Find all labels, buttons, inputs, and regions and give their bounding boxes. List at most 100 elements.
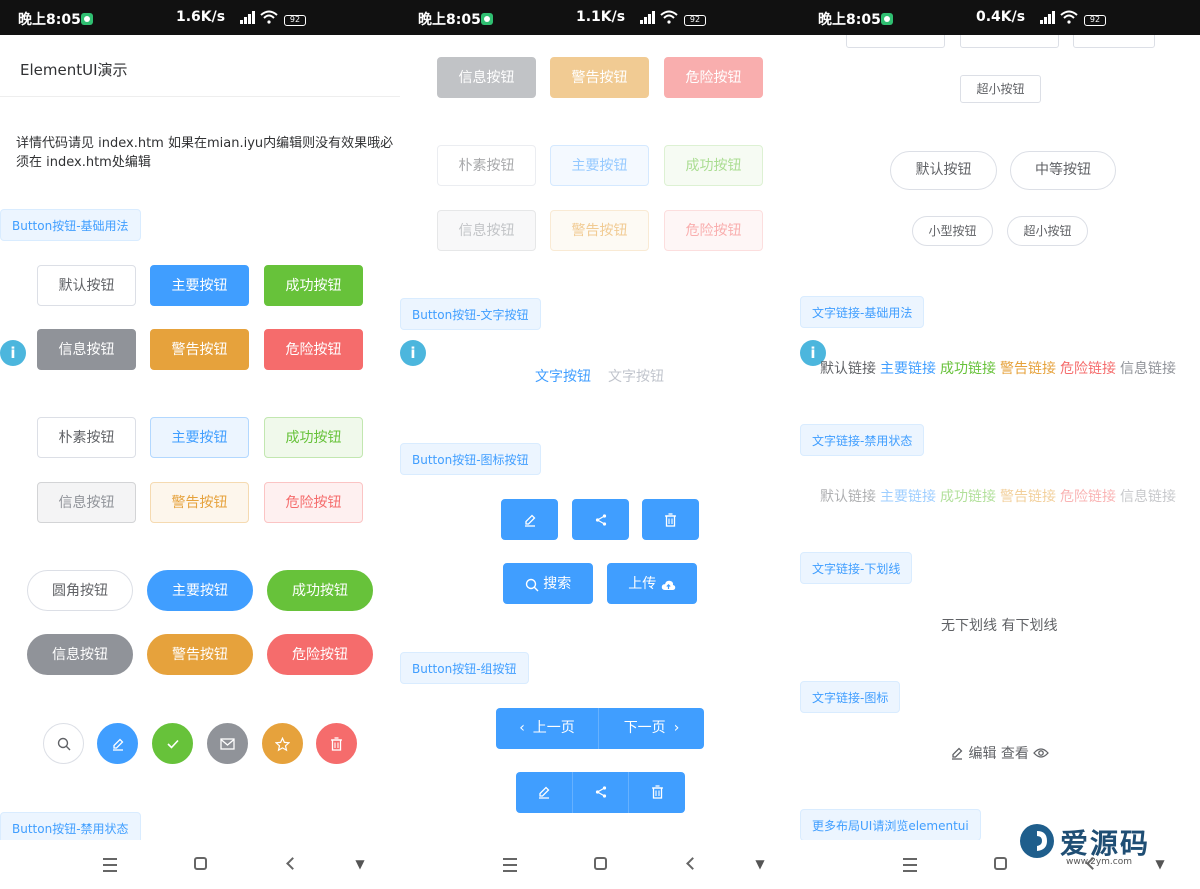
search-icon — [57, 737, 70, 751]
status-time: 晚上8:05 — [18, 12, 81, 28]
icon-edit-button[interactable] — [501, 499, 558, 540]
view-link[interactable]: 查看 — [1001, 746, 1029, 762]
link-warning-disabled[interactable]: 警告链接 — [1000, 489, 1056, 505]
home-nav-icon[interactable] — [990, 854, 1010, 874]
plain-primary-button[interactable]: 主要按钮 — [150, 417, 249, 458]
circle-delete-button[interactable] — [316, 723, 357, 764]
network-speed: 0.4K/s — [976, 9, 1026, 25]
circle-search-button[interactable] — [43, 723, 84, 764]
disabled-warning-button[interactable]: 警告按钮 — [550, 57, 649, 98]
default-button[interactable]: 默认按钮 — [37, 265, 136, 306]
signal-icon — [240, 10, 256, 24]
system-nav-bar: ▼ — [0, 840, 400, 889]
danger-button[interactable]: 危险按钮 — [264, 329, 363, 370]
icon-share-button[interactable] — [572, 499, 629, 540]
link-info-disabled[interactable]: 信息链接 — [1120, 489, 1176, 505]
plain-button[interactable]: 朴素按钮 — [37, 417, 136, 458]
menu-nav-icon[interactable] — [900, 854, 920, 874]
section-tag-more[interactable]: 更多布局UI请浏览elementui — [800, 809, 981, 841]
icon-delete-button[interactable] — [642, 499, 699, 540]
text-button[interactable]: 文字按钮 — [535, 366, 591, 386]
delete-icon — [331, 737, 342, 751]
link-row-disabled: 默认链接 主要链接 成功链接 警告链接 危险链接 信息链接 — [820, 486, 1180, 506]
group-delete-button[interactable] — [629, 772, 685, 813]
disabled-plain-info-button[interactable]: 信息按钮 — [437, 210, 536, 251]
warning-button[interactable]: 警告按钮 — [150, 329, 249, 370]
next-page-button[interactable]: 下一页 › — [599, 708, 704, 749]
plain-info-button[interactable]: 信息按钮 — [37, 482, 136, 523]
prev-page-button[interactable]: ‹ 上一页 — [496, 708, 599, 749]
plain-danger-button[interactable]: 危险按钮 — [264, 482, 363, 523]
round-success-button[interactable]: 成功按钮 — [267, 570, 373, 611]
edit-icon — [524, 514, 535, 527]
link-primary[interactable]: 主要链接 — [880, 361, 936, 377]
floating-info-icon[interactable]: i — [400, 340, 426, 366]
edit-link[interactable]: 编辑 — [968, 746, 996, 762]
upload-button[interactable]: 上传 — [607, 563, 697, 604]
back-nav-icon[interactable] — [682, 854, 702, 874]
search-button[interactable]: 搜索 — [503, 563, 593, 604]
app-header: ElementUI演示 — [0, 35, 400, 97]
star-icon — [275, 736, 290, 751]
disabled-plain-button[interactable]: 朴素按钮 — [437, 145, 536, 186]
link-info[interactable]: 信息链接 — [1120, 361, 1176, 377]
round-info-button[interactable]: 信息按钮 — [27, 634, 133, 675]
link-danger-disabled[interactable]: 危险链接 — [1060, 489, 1116, 505]
link-warning[interactable]: 警告链接 — [1000, 361, 1056, 377]
battery-icon: 92 — [284, 15, 306, 26]
wifi-icon — [1060, 10, 1078, 24]
disabled-danger-button[interactable]: 危险按钮 — [664, 57, 763, 98]
round-default-button[interactable]: 默认按钮 — [890, 151, 997, 190]
disabled-info-button[interactable]: 信息按钮 — [437, 57, 536, 98]
link-danger[interactable]: 危险链接 — [1060, 361, 1116, 377]
back-nav-icon[interactable] — [282, 854, 302, 874]
round-medium-button[interactable]: 中等按钮 — [1010, 151, 1116, 190]
system-nav-bar: ▼ — [400, 840, 800, 889]
link-default-disabled[interactable]: 默认链接 — [820, 489, 876, 505]
link-row: 默认链接 主要链接 成功链接 警告链接 危险链接 信息链接 — [820, 358, 1180, 378]
disabled-plain-warning-button[interactable]: 警告按钮 — [550, 210, 649, 251]
round-primary-button[interactable]: 主要按钮 — [147, 570, 253, 611]
mini-button[interactable]: 超小按钮 — [960, 75, 1041, 103]
section-tag-icon-button: Button按钮-图标按钮 — [400, 443, 541, 475]
link-success[interactable]: 成功链接 — [940, 361, 996, 377]
disabled-plain-primary-button[interactable]: 主要按钮 — [550, 145, 649, 186]
home-nav-icon[interactable] — [190, 854, 210, 874]
round-button[interactable]: 圆角按钮 — [27, 570, 133, 611]
circle-check-button[interactable] — [152, 723, 193, 764]
section-tag-link-icon: 文字链接-图标 — [800, 681, 901, 713]
upload-button-label: 上传 — [628, 576, 657, 592]
circle-message-button[interactable] — [207, 723, 248, 764]
round-danger-button[interactable]: 危险按钮 — [267, 634, 373, 675]
delete-icon — [665, 513, 676, 527]
plain-warning-button[interactable]: 警告按钮 — [150, 482, 249, 523]
icon-button-group — [516, 772, 685, 813]
link-success-disabled[interactable]: 成功链接 — [940, 489, 996, 505]
round-small-button[interactable]: 小型按钮 — [912, 216, 993, 246]
home-nav-icon[interactable] — [590, 854, 610, 874]
down-nav-icon[interactable]: ▼ — [750, 854, 770, 874]
screen-panel-1: 晚上8:05 1.6K/s 92 ElementUI演示 详情代码请见 inde… — [0, 0, 400, 889]
group-share-button[interactable] — [573, 772, 629, 813]
circle-edit-button[interactable] — [97, 723, 138, 764]
underline-links[interactable]: 无下划线 有下划线 — [941, 615, 1057, 635]
circle-star-button[interactable] — [262, 723, 303, 764]
wifi-icon — [660, 10, 678, 24]
down-nav-icon[interactable]: ▼ — [350, 854, 370, 874]
menu-nav-icon[interactable] — [500, 854, 520, 874]
link-primary-disabled[interactable]: 主要链接 — [880, 489, 936, 505]
info-button[interactable]: 信息按钮 — [37, 329, 136, 370]
group-edit-button[interactable] — [516, 772, 573, 813]
success-button[interactable]: 成功按钮 — [264, 265, 363, 306]
floating-info-icon[interactable]: i — [0, 340, 26, 366]
disabled-plain-success-button[interactable]: 成功按钮 — [664, 145, 763, 186]
status-bar: 晚上8:05 0.4K/s 92 — [800, 0, 1200, 35]
link-default[interactable]: 默认链接 — [820, 361, 876, 377]
plain-success-button[interactable]: 成功按钮 — [264, 417, 363, 458]
primary-button[interactable]: 主要按钮 — [150, 265, 249, 306]
disabled-plain-danger-button[interactable]: 危险按钮 — [664, 210, 763, 251]
menu-nav-icon[interactable] — [100, 854, 120, 874]
round-warning-button[interactable]: 警告按钮 — [147, 634, 253, 675]
round-mini-button[interactable]: 超小按钮 — [1007, 216, 1088, 246]
text-button-disabled[interactable]: 文字按钮 — [608, 366, 664, 386]
